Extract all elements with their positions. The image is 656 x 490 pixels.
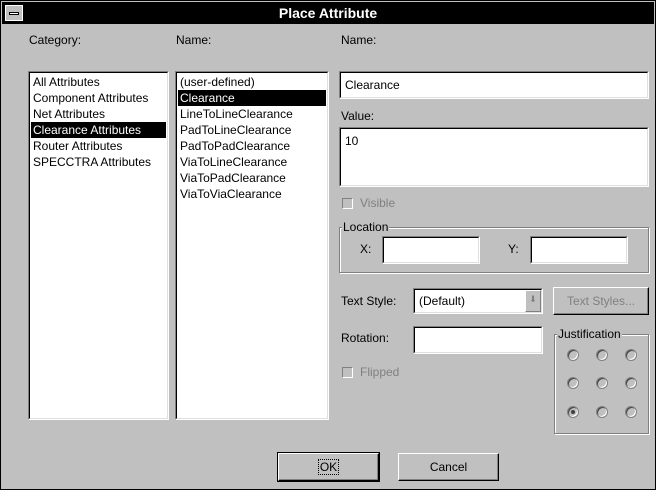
window-title: Place Attribute <box>278 5 378 21</box>
category-list-item[interactable]: Net Attributes <box>31 106 166 122</box>
name-input-value: Clearance <box>345 78 400 92</box>
names-list-item[interactable]: Clearance <box>178 90 326 106</box>
names-list-item[interactable]: ViaToPadClearance <box>178 170 326 186</box>
names-label: Name: <box>176 33 212 47</box>
location-group: Location X: Y: <box>339 220 649 273</box>
visible-label: Visible <box>360 196 396 210</box>
value-input[interactable]: 10 <box>339 127 649 187</box>
names-listbox[interactable]: (user-defined) Clearance LineToLineClearan… <box>175 71 329 420</box>
justification-legend: Justification <box>557 327 622 341</box>
flipped-checkbox[interactable] <box>342 367 353 378</box>
category-label: Category: <box>29 33 82 47</box>
names-list-item[interactable]: ViaToViaClearance <box>178 186 326 202</box>
names-list-item[interactable]: ViaToLineClearance <box>178 154 326 170</box>
location-y-label: Y: <box>508 242 519 256</box>
justify-top-right-radio[interactable] <box>625 349 637 361</box>
category-list: All Attributes Component Attributes Net At… <box>31 74 166 170</box>
category-listbox[interactable]: All Attributes Component Attributes Net At… <box>28 71 169 420</box>
justify-middle-right-radio[interactable] <box>625 377 637 389</box>
location-x-label: X: <box>360 242 372 256</box>
text-style-dropdown[interactable]: (Default) ⬇ <box>413 288 543 314</box>
category-list-item[interactable]: SPECCTRA Attributes <box>31 154 166 170</box>
ok-button[interactable]: OK <box>277 452 380 482</box>
value-field-label: Value: <box>341 109 375 123</box>
name-field-label: Name: <box>341 33 377 47</box>
justify-top-center-radio[interactable] <box>596 349 608 361</box>
location-x-input[interactable] <box>382 236 480 264</box>
cancel-button[interactable]: Cancel <box>398 453 499 481</box>
justify-bottom-right-radio[interactable] <box>625 406 637 418</box>
names-list: (user-defined) Clearance LineToLineClearan… <box>178 74 326 202</box>
names-list-item[interactable]: PadToPadClearance <box>178 138 326 154</box>
text-style-label: Text Style: <box>341 294 397 308</box>
justify-middle-left-radio[interactable] <box>567 377 579 389</box>
text-styles-button[interactable]: Text Styles... <box>553 287 649 315</box>
place-attribute-dialog: Place Attribute Category: All Attributes… <box>0 0 656 490</box>
text-style-value: (Default) <box>419 294 466 308</box>
category-list-item[interactable]: Clearance Attributes <box>31 122 166 138</box>
justify-bottom-center-radio[interactable] <box>596 406 608 418</box>
justify-middle-center-radio[interactable] <box>596 377 608 389</box>
location-y-input[interactable] <box>530 236 628 264</box>
names-list-item[interactable]: PadToLineClearance <box>178 122 326 138</box>
category-list-item[interactable]: Router Attributes <box>31 138 166 154</box>
justify-bottom-left-radio[interactable] <box>567 406 579 418</box>
names-list-item[interactable]: (user-defined) <box>178 74 326 90</box>
category-list-item[interactable]: All Attributes <box>31 74 166 90</box>
names-list-item[interactable]: LineToLineClearance <box>178 106 326 122</box>
location-legend: Location <box>342 220 390 234</box>
title-bar[interactable]: Place Attribute <box>2 2 654 24</box>
visible-checkbox[interactable] <box>342 198 353 209</box>
rotation-input[interactable] <box>413 326 543 354</box>
rotation-label: Rotation: <box>341 331 390 345</box>
category-list-item[interactable]: Component Attributes <box>31 90 166 106</box>
value-input-value: 10 <box>345 134 359 148</box>
dropdown-arrow-icon[interactable]: ⬇ <box>525 290 541 312</box>
name-input[interactable]: Clearance <box>339 71 649 99</box>
justify-top-left-radio[interactable] <box>567 349 579 361</box>
justification-group: Justification <box>554 327 649 434</box>
flipped-label: Flipped <box>360 365 400 379</box>
